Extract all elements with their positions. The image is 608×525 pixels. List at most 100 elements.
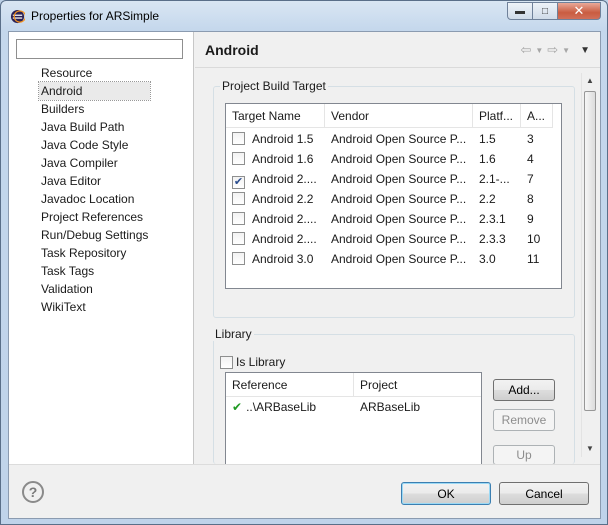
table-row[interactable]: ✔ ..\ARBaseLib ARBaseLib (226, 397, 481, 417)
nav-item-task-repository[interactable]: Task Repository (39, 244, 150, 262)
column-header-platform[interactable]: Platf... (473, 104, 521, 128)
check-icon: ✔ (232, 400, 243, 414)
build-target-header: Target Name Vendor Platf... A... (226, 104, 553, 128)
library-reference-cell: ✔ ..\ARBaseLib (226, 397, 354, 417)
scroll-thumb[interactable] (584, 91, 596, 411)
title-bar[interactable]: Properties for ARSimple ▬ □ ✕ (1, 1, 607, 31)
minimize-icon[interactable]: ▬ (507, 2, 533, 20)
window-title: Properties for ARSimple (31, 9, 160, 23)
platform-cell: 3.0 (479, 252, 496, 266)
target-name-text: Android 2.... (252, 212, 317, 226)
platform-cell: 2.3.1 (479, 212, 506, 226)
library-table: Reference Project ✔ ..\ARBaseLib ARBaseLi… (225, 372, 482, 464)
column-header-project[interactable]: Project (354, 373, 481, 397)
nav-item-java-editor[interactable]: Java Editor (39, 172, 150, 190)
view-menu-icon[interactable]: ▼ (580, 45, 590, 56)
target-name-text: Android 1.6 (252, 152, 314, 166)
table-row[interactable]: Android 1.6 Android Open Source P... 1.6 4 (226, 149, 553, 169)
column-header-target-name[interactable]: Target Name (226, 104, 325, 128)
platform-cell: 1.5 (479, 132, 496, 146)
maximize-icon[interactable]: □ (532, 2, 558, 20)
api-level-cell: 4 (527, 152, 534, 166)
up-button[interactable]: Up (493, 445, 555, 465)
page-scrollbar[interactable]: ▲ ▼ (581, 73, 597, 457)
back-dropdown-icon[interactable]: ▼ (535, 46, 543, 55)
forward-arrow-icon[interactable]: ⇨ (547, 42, 558, 58)
build-target-legend: Project Build Target (220, 79, 328, 93)
remove-button[interactable]: Remove (493, 409, 555, 431)
api-level-cell: 3 (527, 132, 534, 146)
vendor-cell: Android Open Source P... (331, 172, 467, 186)
scroll-up-icon[interactable]: ▲ (582, 73, 598, 89)
target-name-cell: Android 1.6 (226, 149, 325, 169)
platform-cell: 2.3.3 (479, 232, 506, 246)
target-checkbox[interactable] (232, 192, 245, 205)
filter-input[interactable] (16, 39, 183, 59)
target-checkbox[interactable] (232, 232, 245, 245)
nav-item-javadoc-location[interactable]: Javadoc Location (39, 190, 150, 208)
nav-item-java-build-path[interactable]: Java Build Path (39, 118, 150, 136)
table-row[interactable]: Android 2.... Android Open Source P... 2.3… (226, 209, 553, 229)
is-library-check[interactable] (220, 355, 233, 369)
help-icon[interactable]: ? (22, 481, 44, 503)
cancel-button[interactable]: Cancel (499, 482, 589, 505)
table-row[interactable]: Android 1.5 Android Open Source P... 1.5 3 (226, 129, 553, 149)
library-reference-text: ..\ARBaseLib (246, 400, 317, 414)
build-target-group: Project Build Target Target Name Vendor … (213, 79, 575, 318)
target-checkbox[interactable] (232, 252, 245, 265)
vendor-cell: Android Open Source P... (331, 152, 467, 166)
nav-item-android[interactable]: Android (37, 81, 152, 101)
nav-item-project-references[interactable]: Project References (39, 208, 150, 226)
close-icon[interactable]: ✕ (557, 2, 601, 20)
property-pages-panel: Resource Android Builders Java Build Pat… (9, 32, 194, 464)
api-level-cell: 10 (527, 232, 541, 246)
target-checkbox[interactable] (232, 152, 245, 165)
nav-item-validation[interactable]: Validation (39, 280, 150, 298)
target-name-cell: ✔ Android 2.... (226, 169, 325, 189)
library-group: Library Is Library Reference Project ✔..… (213, 327, 575, 465)
target-name-cell: Android 2.2 (226, 189, 325, 209)
is-library-label: Is Library (236, 355, 286, 369)
column-header-vendor[interactable]: Vendor (325, 104, 473, 128)
target-name-text: Android 2.... (252, 232, 317, 246)
target-checkbox[interactable]: ✔ (232, 176, 245, 189)
target-name-cell: Android 1.5 (226, 129, 325, 149)
target-name-text: Android 2.2 (252, 192, 314, 206)
table-row[interactable]: ✔ Android 2.... Android Open Source P... 2.… (226, 169, 553, 189)
nav-item-run-debug-settings[interactable]: Run/Debug Settings (39, 226, 150, 244)
scroll-down-icon[interactable]: ▼ (582, 441, 598, 457)
add-button[interactable]: Add... (493, 379, 555, 401)
api-level-cell: 9 (527, 212, 534, 226)
target-name-text: Android 3.0 (252, 252, 314, 266)
table-row[interactable]: Android 2.... Android Open Source P... 2.3… (226, 229, 553, 249)
target-name-text: Android 2.... (252, 172, 317, 186)
nav-item-wikitext[interactable]: WikiText (39, 298, 150, 316)
ok-button[interactable]: OK (401, 482, 491, 505)
back-arrow-icon[interactable]: ⇦ (520, 42, 531, 58)
nav-item-java-code-style[interactable]: Java Code Style (39, 136, 150, 154)
property-page: Android ⇦ ▼ ⇨ ▼ ▼ Project Build Target T… (195, 32, 600, 465)
forward-dropdown-icon[interactable]: ▼ (562, 46, 570, 55)
property-pages-list: Resource Android Builders Java Build Pat… (37, 64, 152, 316)
nav-item-resource[interactable]: Resource (39, 64, 150, 82)
properties-window: Properties for ARSimple ▬ □ ✕ Resource A… (0, 0, 608, 525)
column-header-reference[interactable]: Reference (226, 373, 354, 397)
library-project-cell: ARBaseLib (360, 400, 421, 414)
api-level-cell: 7 (527, 172, 534, 186)
nav-item-java-compiler[interactable]: Java Compiler (39, 154, 150, 172)
window-controls: ▬ □ ✕ (507, 2, 601, 21)
table-row[interactable]: Android 3.0 Android Open Source P... 3.0 11 (226, 249, 553, 269)
is-library-checkbox[interactable]: Is Library (220, 355, 285, 369)
column-header-api[interactable]: A... (521, 104, 553, 128)
target-checkbox[interactable] (232, 212, 245, 225)
vendor-cell: Android Open Source P... (331, 232, 467, 246)
target-name-cell: Android 2.... (226, 229, 325, 249)
library-header: Reference Project (226, 373, 481, 397)
nav-item-builders[interactable]: Builders (39, 100, 150, 118)
table-row[interactable]: Android 2.2 Android Open Source P... 2.2 8 (226, 189, 553, 209)
page-header: Android ⇦ ▼ ⇨ ▼ ▼ (195, 32, 600, 68)
nav-item-task-tags[interactable]: Task Tags (39, 262, 150, 280)
page-navigation: ⇦ ▼ ⇨ ▼ ▼ (520, 42, 590, 58)
target-checkbox[interactable] (232, 132, 245, 145)
dialog-client-area: Resource Android Builders Java Build Pat… (8, 31, 601, 519)
